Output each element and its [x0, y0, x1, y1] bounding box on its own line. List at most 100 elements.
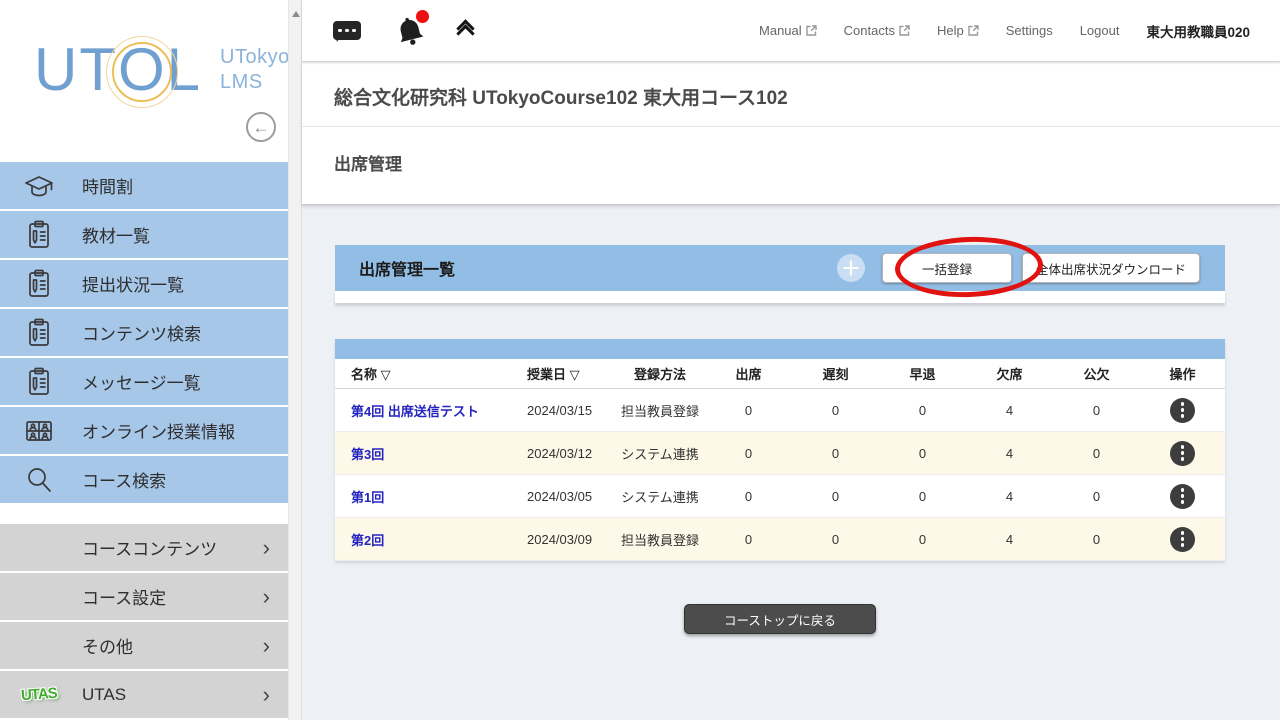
row-actions-kebab-button[interactable]	[1170, 397, 1195, 423]
sidebar-item-content-search[interactable]: コンテンツ検索	[0, 309, 288, 356]
chevron-right-icon: ›	[262, 534, 270, 560]
attendance-panel: 出席管理一覧 一括登録 全体出席状況ダウンロード	[335, 234, 1225, 303]
cell-late: 0	[831, 445, 840, 461]
utol-logo: UT O L UTokyo LMS	[34, 40, 290, 100]
clipboard-icon	[22, 317, 56, 349]
sidebar-groups: コースコンテンツ › コース設定 › その他 › UTAS UTAS ›	[0, 524, 288, 718]
sidebar-scrollbar[interactable]	[288, 0, 302, 720]
table-top-bar	[335, 339, 1225, 359]
row-actions-kebab-button[interactable]	[1170, 483, 1195, 509]
course-title: 総合文化研究科 UTokyoCourse102 東大用コース102	[302, 62, 1280, 127]
cell-date: 2024/03/15	[527, 402, 593, 418]
chevron-right-icon: ›	[262, 632, 270, 658]
cell-date: 2024/03/12	[527, 445, 593, 461]
clipboard-icon	[22, 268, 56, 300]
col-header-name[interactable]: 名称 ▽	[335, 364, 515, 383]
external-link-icon	[968, 25, 979, 36]
username: 東大用教職員020	[1146, 24, 1250, 40]
col-header-early: 早退	[909, 367, 936, 382]
sidebar-group-course-settings[interactable]: コース設定 ›	[0, 573, 288, 620]
download-all-attendance-button[interactable]: 全体出席状況ダウンロード	[1021, 253, 1200, 283]
add-attendance-icon[interactable]	[836, 254, 865, 282]
main-area: Manual Contacts Help Settings Logout 東大用…	[302, 0, 1280, 720]
bulk-register-button[interactable]: 一括登録	[881, 253, 1012, 283]
sidebar-item-label: オンライン授業情報	[82, 423, 235, 442]
back-to-course-top-button[interactable]: コーストップに戻る	[684, 604, 876, 634]
cell-early: 0	[918, 402, 927, 418]
cell-late: 0	[831, 531, 840, 547]
logo-tagline-2: LMS	[220, 71, 263, 93]
external-link-icon	[899, 25, 910, 36]
cell-attend: 0	[744, 402, 753, 418]
sidebar: UT O L UTokyo LMS ← 時間割 教材一覧 提出状況一覧 コンテン…	[0, 0, 290, 720]
cell-excused: 0	[1092, 445, 1101, 461]
col-header-late: 遅刻	[822, 367, 849, 382]
clipboard-icon	[22, 366, 56, 398]
col-header-absent: 欠席	[996, 367, 1023, 382]
attendance-link[interactable]: 第4回 出席送信テスト	[351, 404, 479, 419]
notification-badge	[416, 9, 429, 23]
cell-attend: 0	[744, 488, 753, 504]
logo-o-rings: O	[117, 36, 167, 103]
attendance-link[interactable]: 第1回	[351, 490, 384, 505]
clipboard-icon	[22, 219, 56, 251]
col-header-date[interactable]: 授業日 ▽	[515, 364, 615, 383]
cell-early: 0	[918, 488, 927, 504]
collapse-arrow-icon: ←	[252, 117, 270, 137]
notifications-bell-icon[interactable]	[395, 9, 429, 47]
cell-absent: 4	[1005, 402, 1014, 418]
col-header-attend: 出席	[735, 367, 762, 382]
col-header-operations: 操作	[1169, 367, 1196, 382]
cell-late: 0	[831, 402, 840, 418]
sidebar-item-course-search[interactable]: コース検索	[0, 456, 288, 503]
search-icon	[22, 464, 56, 496]
chevron-right-icon: ›	[262, 681, 270, 707]
sidebar-item-submission-status[interactable]: 提出状況一覧	[0, 260, 288, 307]
messages-icon[interactable]	[333, 21, 361, 40]
attendance-table: 名称 ▽ 授業日 ▽ 登録方法 出席 遅刻 早退 欠席 公欠 操作 第4回 出席…	[335, 339, 1225, 561]
row-actions-kebab-button[interactable]	[1170, 440, 1195, 466]
topbar: Manual Contacts Help Settings Logout 東大用…	[302, 0, 1280, 62]
page-title: 出席管理	[334, 155, 402, 174]
cell-excused: 0	[1092, 531, 1101, 547]
logo-area: UT O L UTokyo LMS ←	[0, 0, 290, 162]
table-header-row: 名称 ▽ 授業日 ▽ 登録方法 出席 遅刻 早退 欠席 公欠 操作	[335, 359, 1225, 389]
table-row: 第4回 出席送信テスト 2024/03/15 担当教員登録 0 0 0 4 0	[335, 389, 1225, 432]
cell-attend: 0	[744, 531, 753, 547]
sidebar-collapse-button[interactable]: ←	[246, 112, 276, 142]
nav-logout-link[interactable]: Logout	[1080, 23, 1120, 38]
sidebar-item-timetable[interactable]: 時間割	[0, 162, 288, 209]
sidebar-group-label: その他	[82, 638, 133, 657]
cell-method: 担当教員登録	[620, 403, 699, 419]
sidebar-group-utas[interactable]: UTAS UTAS ›	[0, 671, 288, 718]
panel-title: 出席管理一覧	[359, 262, 456, 279]
sidebar-item-materials[interactable]: 教材一覧	[0, 211, 288, 258]
logo-tagline-1: UTokyo	[220, 46, 290, 68]
row-actions-kebab-button[interactable]	[1170, 526, 1195, 552]
nav-contacts-link[interactable]: Contacts	[844, 23, 910, 38]
nav-settings-link[interactable]: Settings	[1006, 23, 1053, 38]
sidebar-item-messages[interactable]: メッセージ一覧	[0, 358, 288, 405]
cell-late: 0	[831, 488, 840, 504]
nav-help-link[interactable]: Help	[937, 23, 979, 38]
panel-header: 出席管理一覧 一括登録 全体出席状況ダウンロード	[335, 234, 1225, 300]
scroll-up-arrow-icon[interactable]	[292, 11, 300, 17]
sidebar-item-label: コンテンツ検索	[82, 325, 201, 344]
collapse-header-chevrons-icon[interactable]	[456, 18, 475, 43]
online-class-icon	[22, 415, 56, 447]
table-row: 第3回 2024/03/12 システム連携 0 0 0 4 0	[335, 432, 1225, 475]
content-area: 出席管理一覧 一括登録 全体出席状況ダウンロード 名称 ▽ 授業日 ▽ 登録方法…	[302, 205, 1280, 720]
cell-excused: 0	[1092, 488, 1101, 504]
sidebar-item-online-class-info[interactable]: オンライン授業情報	[0, 407, 288, 454]
cell-date: 2024/03/05	[527, 488, 593, 504]
sidebar-item-label: 提出状況一覧	[82, 276, 184, 295]
attendance-link[interactable]: 第3回	[351, 447, 384, 462]
sidebar-group-others[interactable]: その他 ›	[0, 622, 288, 669]
cell-method: システム連携	[621, 489, 699, 505]
sidebar-group-course-contents[interactable]: コースコンテンツ ›	[0, 524, 288, 571]
cell-excused: 0	[1092, 402, 1101, 418]
table-row: 第2回 2024/03/09 担当教員登録 0 0 0 4 0	[335, 518, 1225, 561]
nav-manual-link[interactable]: Manual	[759, 23, 817, 38]
attendance-link[interactable]: 第2回	[351, 533, 384, 548]
sidebar-group-label: コースコンテンツ	[82, 540, 218, 559]
